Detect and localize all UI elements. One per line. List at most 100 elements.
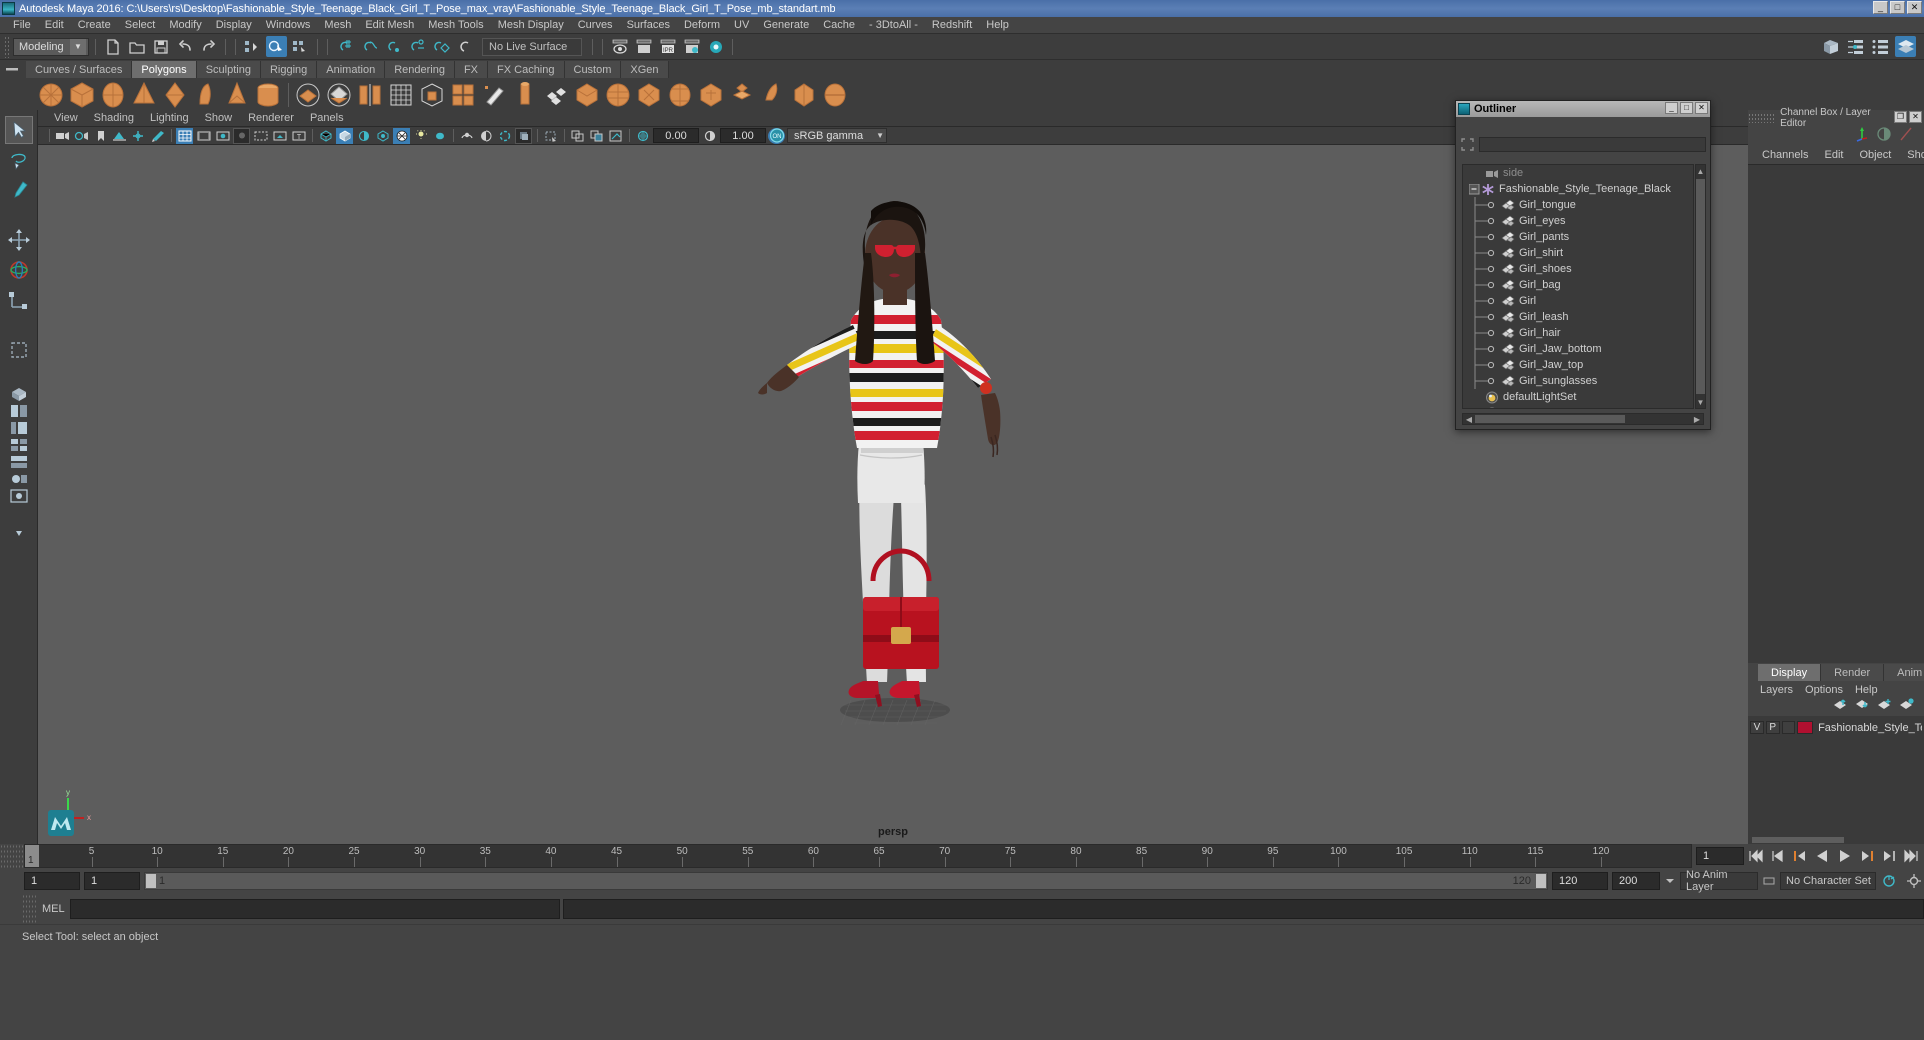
live-surface-field[interactable]: No Live Surface — [482, 37, 582, 56]
shelf-tool-icon-22[interactable] — [665, 80, 695, 110]
motion-blur-icon[interactable] — [458, 128, 475, 144]
textured-icon[interactable] — [374, 128, 391, 144]
move-layer-down-icon[interactable] — [1854, 698, 1870, 716]
step-back-keyframe-icon[interactable] — [1769, 847, 1788, 865]
shelf-tool-icon-8[interactable] — [253, 80, 283, 110]
shelf-tool-icon-2[interactable] — [67, 80, 97, 110]
scrollbar-thumb[interactable] — [1475, 415, 1625, 423]
layer-menu-layers[interactable]: Layers — [1754, 684, 1799, 696]
range-start-handle[interactable] — [146, 874, 156, 888]
xray-icon[interactable] — [542, 128, 559, 144]
resolution-gate-icon[interactable] — [214, 128, 231, 144]
outliner-window[interactable]: Outliner _ □ ✕ side Fashionable_Style_Tee… — [1455, 100, 1711, 430]
rotate-tool[interactable] — [5, 256, 33, 284]
layout-persp-outliner-icon[interactable] — [8, 420, 30, 435]
channel-box-icon[interactable] — [1895, 36, 1916, 57]
channel-box-menu-object[interactable]: Object — [1851, 149, 1899, 161]
snap-to-grid-icon[interactable] — [334, 36, 355, 57]
menu-item-mesh[interactable]: Mesh — [317, 19, 358, 31]
animation-start-field[interactable]: 1 — [24, 872, 80, 890]
channel-box-menu-edit[interactable]: Edit — [1816, 149, 1851, 161]
shelf-tool-icon-7[interactable] — [222, 80, 252, 110]
outliner-maximize-button[interactable]: □ — [1680, 102, 1693, 114]
menu-item-windows[interactable]: Windows — [259, 19, 318, 31]
auto-key-icon[interactable] — [1880, 872, 1900, 890]
menu-item-deform[interactable]: Deform — [677, 19, 727, 31]
shelf-tool-icon-10[interactable] — [293, 80, 323, 110]
select-by-component-icon[interactable] — [290, 36, 311, 57]
shelf-tool-icon-1[interactable] — [36, 80, 66, 110]
color-space-dropdown[interactable]: sRGB gamma ▼ — [787, 128, 887, 143]
film-origin-icon[interactable] — [252, 128, 269, 144]
redo-icon[interactable] — [198, 36, 219, 57]
go-to-start-icon[interactable] — [1747, 847, 1766, 865]
shelf-tool-icon-4[interactable] — [129, 80, 159, 110]
outliner-item-girl-leash[interactable]: Girl_leash — [1463, 309, 1693, 325]
outliner-list[interactable]: side Fashionable_Style_Teenage_Black Girl_… — [1462, 164, 1694, 409]
shelf-tab-fx[interactable]: FX — [454, 61, 489, 78]
outliner-item-girl-jaw-top[interactable]: Girl_Jaw_top — [1463, 357, 1693, 373]
viewport-menu-shading[interactable]: Shading — [86, 112, 142, 124]
shelf-tool-icon-24[interactable] — [727, 80, 757, 110]
expand-collapse-icon[interactable] — [1467, 183, 1481, 195]
minimize-button[interactable]: _ — [1873, 1, 1888, 14]
last-tool-used[interactable] — [5, 336, 33, 364]
select-by-object-icon[interactable] — [266, 36, 287, 57]
time-slider-grip[interactable] — [0, 844, 24, 868]
outliner-item-girl-shirt[interactable]: Girl_shirt — [1463, 245, 1693, 261]
menu-item-mesh-display[interactable]: Mesh Display — [491, 19, 571, 31]
shelf-tool-icon-21[interactable] — [634, 80, 664, 110]
chevron-down-icon[interactable]: ▼ — [70, 38, 86, 55]
shelf-tool-icon-27[interactable] — [820, 80, 850, 110]
layout-hypershade-icon[interactable] — [8, 471, 30, 486]
layout-two-pane-icon[interactable] — [8, 403, 30, 418]
save-scene-icon[interactable] — [150, 36, 171, 57]
outliner-search-input[interactable] — [1479, 136, 1706, 152]
ipr-render-icon[interactable]: IPR — [657, 36, 678, 57]
layer-tab-display[interactable]: Display — [1758, 664, 1822, 681]
close-button[interactable]: ✕ — [1907, 1, 1922, 14]
xray-active-components-icon[interactable] — [588, 128, 605, 144]
shelf-tool-icon-6[interactable] — [191, 80, 221, 110]
menu-item-edit[interactable]: Edit — [38, 19, 71, 31]
channel-box-body[interactable] — [1748, 164, 1924, 663]
safe-title-icon[interactable]: T — [290, 128, 307, 144]
scroll-right-arrow-icon[interactable]: ▶ — [1691, 414, 1703, 424]
snap-to-point-icon[interactable] — [382, 36, 403, 57]
outliner-filter-icon[interactable] — [1460, 137, 1475, 152]
maximize-button[interactable]: □ — [1890, 1, 1905, 14]
multisample-icon[interactable] — [496, 128, 513, 144]
shelf-tab-custom[interactable]: Custom — [564, 61, 622, 78]
menu-item-display[interactable]: Display — [209, 19, 259, 31]
menu-item-create[interactable]: Create — [71, 19, 118, 31]
new-layer-icon[interactable] — [1876, 698, 1892, 716]
menu-item-generate[interactable]: Generate — [756, 19, 816, 31]
menu-item-file[interactable]: File — [6, 19, 38, 31]
viewport-menu-view[interactable]: View — [46, 112, 86, 124]
current-time-indicator[interactable]: 1 — [25, 845, 39, 867]
outliner-item-girl-jaw-bottom[interactable]: Girl_Jaw_bottom — [1463, 341, 1693, 357]
outliner-vertical-scrollbar[interactable]: ▲ ▼ — [1695, 164, 1706, 409]
snap-to-view-plane-icon[interactable] — [430, 36, 451, 57]
menu-item-uv[interactable]: UV — [727, 19, 756, 31]
wireframe-icon[interactable] — [317, 128, 334, 144]
redo-render-icon[interactable] — [633, 36, 654, 57]
shelf-tab-animation[interactable]: Animation — [317, 61, 386, 78]
scrollbar-thumb[interactable] — [1696, 179, 1705, 394]
outliner-item-girl-shoes[interactable]: Girl_shoes — [1463, 261, 1693, 277]
render-settings-icon[interactable] — [681, 36, 702, 57]
safe-action-icon[interactable] — [271, 128, 288, 144]
animation-end-field[interactable]: 200 — [1612, 872, 1660, 890]
make-live-icon[interactable] — [454, 36, 475, 57]
step-forward-frame-icon[interactable] — [1857, 847, 1876, 865]
shelf-menu-icon[interactable] — [4, 62, 20, 78]
outliner-minimize-button[interactable]: _ — [1665, 102, 1678, 114]
anim-layer-field[interactable]: No Anim Layer — [1680, 869, 1758, 893]
shelf-tool-icon-18[interactable] — [541, 80, 571, 110]
shelf-tab-fx-caching[interactable]: FX Caching — [488, 61, 565, 78]
shelf-tool-icon-16[interactable] — [479, 80, 509, 110]
menu-item-help[interactable]: Help — [979, 19, 1016, 31]
layer-visibility-toggle[interactable]: V — [1750, 721, 1764, 734]
select-by-hierarchy-icon[interactable] — [242, 36, 263, 57]
layout-render-icon[interactable] — [8, 488, 30, 503]
